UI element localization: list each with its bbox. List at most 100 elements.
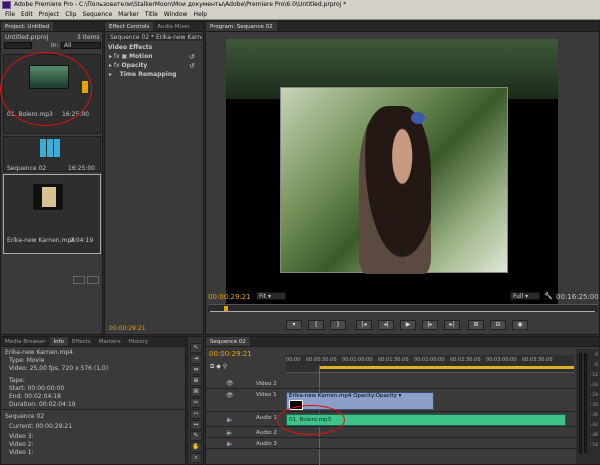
timeline-timecode[interactable]: 00:00:29:21 [209, 350, 252, 358]
tab-project[interactable]: Project: Untitled [1, 22, 54, 31]
in-filter-select[interactable]: All [61, 42, 101, 49]
ripple-edit-tool-icon[interactable]: ⇹ [190, 365, 202, 375]
item-name: Sequence 02 [7, 165, 47, 172]
menu-file[interactable]: File [2, 10, 18, 19]
project-item-erika[interactable]: Erika-new Karnen.mp4 2:04:19 [3, 174, 101, 254]
menu-window[interactable]: Window [161, 10, 191, 19]
info-end: End: 00:02:04:18 [9, 393, 61, 400]
playback-quality-select[interactable]: Full ▾ [510, 292, 540, 300]
tab-history[interactable]: History [125, 337, 153, 346]
program-current-timecode[interactable]: 00:00:29:21 [208, 293, 251, 301]
track-audio2: Audio 2 🔈 [206, 428, 600, 438]
program-video-frame[interactable] [226, 39, 558, 307]
settings-wrench-icon[interactable]: 🔧 [544, 292, 553, 300]
track-label: Audio 3 [256, 441, 277, 447]
extract-button[interactable]: ⊟ [490, 320, 506, 330]
tab-markers[interactable]: Markers [95, 337, 125, 346]
selection-tool-icon[interactable]: ↖ [190, 343, 202, 353]
zoom-fit-select[interactable]: Fit ▾ [256, 292, 286, 300]
slide-tool-icon[interactable]: ↔ [190, 420, 202, 430]
razor-tool-icon[interactable]: ✂ [190, 398, 202, 408]
tab-effect-controls[interactable]: Effect Controls [105, 22, 154, 31]
export-frame-button[interactable]: ◉ [512, 320, 528, 330]
track-select-tool-icon[interactable]: ⇥ [190, 354, 202, 364]
work-area-bar[interactable] [319, 366, 574, 369]
clip-label: Erika-new Karnen.mp4 Opacity:Opacity ▾ [289, 393, 402, 399]
info-tape: Tape: [9, 377, 25, 384]
menu-clip[interactable]: Clip [62, 10, 79, 19]
eye-icon[interactable]: 👁 [226, 380, 234, 387]
effect-timecode[interactable]: 00:00:29:21 [109, 325, 146, 332]
effect-row-opacity[interactable]: ▸ fx Opacity [109, 62, 147, 69]
video-picture-in-picture [280, 87, 508, 274]
speaker-icon[interactable]: 🔈 [226, 440, 233, 447]
menu-project[interactable]: Project [36, 10, 63, 19]
eye-icon[interactable]: 👁 [226, 392, 234, 399]
go-to-in-button[interactable]: |◂ [356, 320, 372, 330]
step-forward-button[interactable]: |▸ [422, 320, 438, 330]
effect-row-motion[interactable]: ▸ fx ▣ Motion [109, 53, 153, 60]
menu-help[interactable]: Help [190, 10, 210, 19]
timeline-snap-marker-icons[interactable]: ⧉ ◆ ⚲ [210, 363, 270, 371]
effect-controls-panel: Effect Controls Audio Mixer Sequence 02 … [104, 21, 204, 335]
red-annotation-ellipse-project [0, 52, 92, 126]
step-back-button[interactable]: ◂| [378, 320, 394, 330]
effect-sequence-label: Sequence 02 * Erika-new Karnen... [108, 34, 202, 41]
info-track-video1: Video 1: [9, 449, 34, 456]
red-annotation-ellipse-timeline [277, 405, 345, 435]
tab-media-browser[interactable]: Media Browser [1, 337, 50, 346]
tab-info[interactable]: Info [49, 337, 68, 346]
speaker-icon[interactable]: 🔈 [226, 429, 233, 436]
info-sequence: Sequence 02 [5, 413, 45, 420]
menu-title[interactable]: Title [142, 10, 161, 19]
track-label: Audio 1 [256, 415, 277, 421]
info-track-video3: Video 3: [9, 433, 34, 440]
window-titlebar: Adobe Premiere Pro - C:\Пользователи\Sta… [0, 0, 600, 10]
rolling-edit-tool-icon[interactable]: ⊕ [190, 376, 202, 386]
blue-flower [411, 112, 425, 124]
program-monitor-panel: Program: Sequence 02 00:00:29:21 Fit ▾ F… [205, 21, 600, 335]
zoom-tool-icon[interactable]: ⌕ [190, 453, 202, 463]
menu-edit[interactable]: Edit [18, 10, 36, 19]
tab-audio-mixer[interactable]: Audio Mixer [153, 22, 193, 31]
tab-sequence[interactable]: Sequence 02 [206, 337, 250, 346]
video-effects-heading: Video Effects [108, 44, 153, 51]
rate-stretch-tool-icon[interactable]: ⌘ [190, 387, 202, 397]
window-title: Adobe Premiere Pro - C:\Пользователи\Sta… [14, 1, 347, 8]
pen-tool-icon[interactable]: ✎ [190, 431, 202, 441]
mark-out-button[interactable]: } [330, 320, 346, 330]
reset-icon[interactable]: ↺ [189, 62, 195, 70]
info-track-video2: Video 2: [9, 441, 34, 448]
reset-icon[interactable]: ↺ [189, 53, 195, 61]
menu-marker[interactable]: Marker [115, 10, 142, 19]
trash-icon[interactable] [73, 276, 85, 284]
item-duration: 16:25:00 [68, 165, 95, 172]
add-marker-button[interactable]: ▾ [286, 320, 302, 330]
track-video1: Video 1 👁 Erika-new Karnen.mp4 Opacity:O… [206, 390, 600, 412]
project-items-count: 3 Items [77, 34, 100, 41]
mark-in-button[interactable]: { [308, 320, 324, 330]
lift-button[interactable]: ⊞ [468, 320, 484, 330]
new-item-icon[interactable] [87, 276, 99, 284]
track-label: Video 2 [256, 381, 277, 387]
audio-meters: 0 -6 -12 -18 -24 -30 -36 -42 -48 -54 [576, 349, 600, 464]
item-name: Erika-new Karnen.mp4 [7, 237, 75, 244]
video-thumbnail [32, 183, 64, 211]
hand-tool-icon[interactable]: ✋ [190, 442, 202, 452]
tab-effects[interactable]: Effects [68, 337, 95, 346]
play-button[interactable]: ▶ [400, 320, 416, 330]
menu-sequence[interactable]: Sequence [80, 10, 116, 19]
tab-program-monitor[interactable]: Program: Sequence 02 [206, 22, 277, 31]
project-item-sequence[interactable]: Sequence 02 16:25:00 [3, 136, 101, 172]
menu-bar: File Edit Project Clip Sequence Marker T… [0, 10, 600, 20]
premiere-app-icon [2, 1, 11, 9]
program-scrub-bar[interactable] [208, 304, 598, 312]
slip-tool-icon[interactable]: ⇿ [190, 409, 202, 419]
project-search-input[interactable] [4, 42, 32, 49]
go-to-out-button[interactable]: ▸| [444, 320, 460, 330]
effect-row-time-remapping[interactable]: ▸ Time Remapping [109, 71, 176, 78]
info-panel: Media Browser Info Effects Markers Histo… [0, 336, 187, 465]
in-label: In: [51, 42, 59, 49]
speaker-icon[interactable]: 🔈 [226, 416, 233, 423]
info-type: Type: Movie [9, 357, 45, 364]
